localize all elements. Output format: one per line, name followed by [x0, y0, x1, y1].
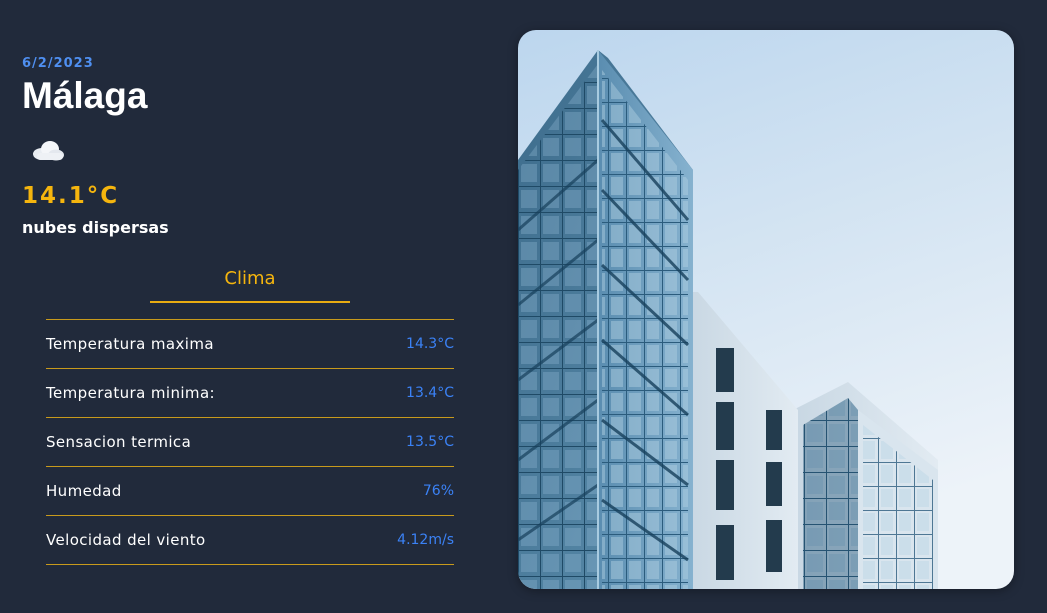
- row-value: 4.12m/s: [397, 532, 454, 548]
- cloud-icon: [28, 136, 68, 166]
- table-row: Temperatura maxima 14.3°C: [46, 320, 454, 369]
- row-label: Temperatura minima:: [46, 384, 215, 402]
- row-label: Temperatura maxima: [46, 335, 214, 353]
- building-photo: [518, 30, 1014, 589]
- tab-clima[interactable]: Clima: [150, 268, 350, 303]
- table-row: Temperatura minima: 13.4°C: [46, 369, 454, 418]
- row-label: Humedad: [46, 482, 122, 500]
- table-row: Humedad 76%: [46, 467, 454, 516]
- row-value: 14.3°C: [406, 336, 454, 352]
- weather-description: nubes dispersas: [22, 218, 169, 237]
- row-label: Sensacion termica: [46, 433, 192, 451]
- row-value: 13.5°C: [406, 434, 454, 450]
- table-row: Sensacion termica 13.5°C: [46, 418, 454, 467]
- current-temperature: 14.1°C: [22, 183, 120, 209]
- city-name: Málaga: [22, 75, 148, 116]
- row-label: Velocidad del viento: [46, 531, 206, 549]
- weather-page: 6/2/2023 Málaga 14.1°C nubes dispersas C…: [0, 0, 1047, 613]
- row-value: 13.4°C: [406, 385, 454, 401]
- weather-details-table: Temperatura maxima 14.3°C Temperatura mi…: [46, 319, 454, 565]
- table-row: Velocidad del viento 4.12m/s: [46, 516, 454, 565]
- row-value: 76%: [422, 483, 454, 499]
- date-label: 6/2/2023: [22, 56, 94, 71]
